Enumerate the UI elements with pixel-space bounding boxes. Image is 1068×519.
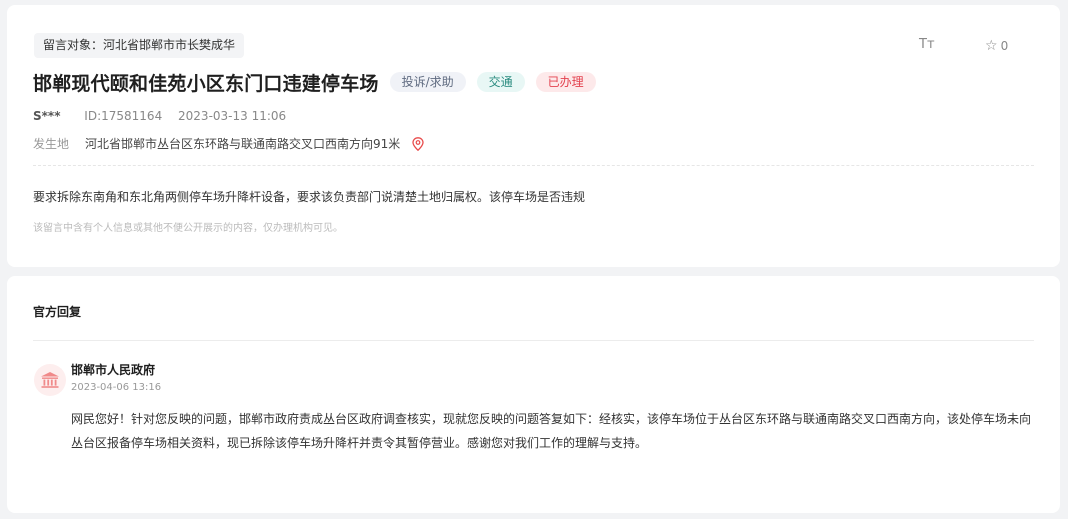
reply-card: 官方回复 邯郸市人民政府 2023-04-06 13:16 网民您好！针对您反映… (7, 276, 1060, 513)
favorite-button[interactable]: ☆ 0 (985, 39, 1008, 53)
favorite-count: 0 (1000, 39, 1009, 53)
message-meta: S*** ID:17581164 2023-03-13 11:06 (33, 109, 286, 123)
message-datetime: 2023-03-13 11:06 (178, 109, 287, 123)
user-name: S*** (33, 109, 61, 123)
type-tag: 投诉/求助 (389, 72, 466, 92)
font-size-button[interactable]: Tт (919, 37, 935, 52)
location-address: 河北省邯郸市丛台区东环路与联通南路交叉口西南方向91米 (85, 137, 401, 151)
message-card: 留言对象：河北省邯郸市市长樊成华 邯郸现代颐和佳苑小区东门口违建停车场 投诉/求… (7, 5, 1060, 267)
reply-heading: 官方回复 (33, 305, 82, 319)
privacy-notice: 该留言中含有个人信息或其他不便公开展示的内容，仅办理机构可见。 (33, 223, 343, 234)
title-row: 邯郸现代颐和佳苑小区东门口违建停车场 投诉/求助 交通 已办理 (33, 67, 596, 97)
category-tag: 交通 (476, 72, 525, 92)
reply-text: 网民您好！针对您反映的问题，邯郸市政府责成丛台区政府调查核实，现就您反映的问题答… (71, 412, 1032, 450)
target-value: 河北省邯郸市市长樊成华 (103, 38, 236, 52)
message-target: 留言对象：河北省邯郸市市长樊成华 (34, 33, 245, 58)
government-building-icon (41, 372, 59, 388)
target-label: 留言对象： (43, 38, 104, 52)
star-outline-icon: ☆ (985, 38, 998, 54)
status-badge: 已办理 (535, 72, 596, 92)
reply-organization: 邯郸市人民政府 (71, 363, 156, 377)
location-label: 发生地 (33, 137, 70, 151)
location-row: 发生地 河北省邯郸市丛台区东环路与联通南路交叉口西南方向91米 (33, 135, 424, 152)
message-content: 要求拆除东南角和东北角两侧停车场升降杆设备，要求该负责部门说清楚土地归属权。该停… (33, 190, 586, 204)
map-pin-icon[interactable] (412, 136, 424, 151)
font-size-icon: Tт (919, 37, 935, 52)
message-id: ID:17581164 (84, 109, 163, 123)
reply-divider (33, 340, 1034, 341)
reply-date: 2023-04-06 13:16 (71, 382, 162, 393)
avatar (34, 364, 66, 396)
section-divider (33, 165, 1034, 166)
message-title: 邯郸现代颐和佳苑小区东门口违建停车场 (33, 72, 379, 95)
